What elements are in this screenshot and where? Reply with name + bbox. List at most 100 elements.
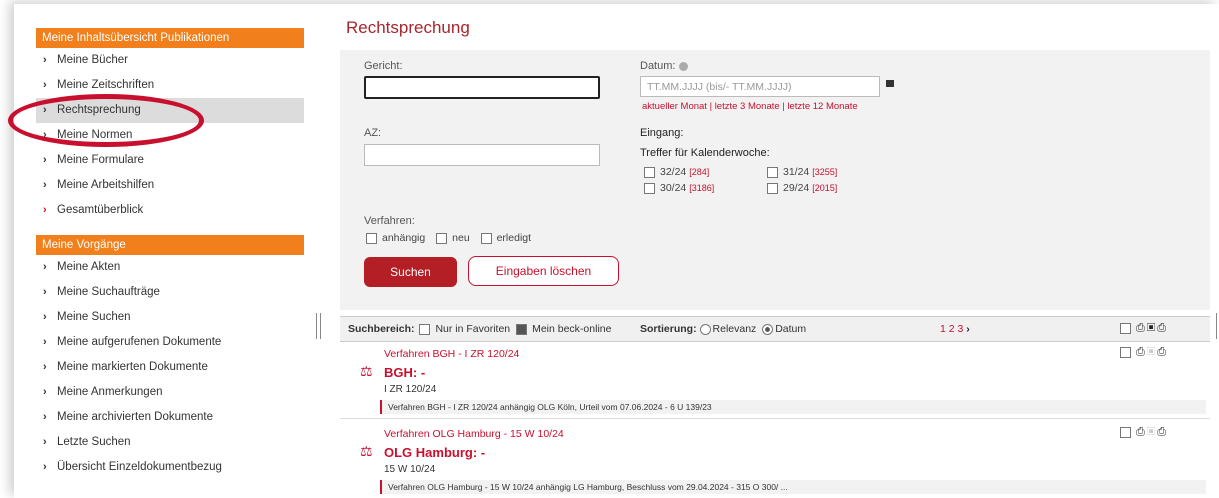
chevron-right-icon: ›: [43, 154, 47, 166]
sidebar-item-einzeldokumentbezug[interactable]: › Übersicht Einzeldokumentbezug: [36, 455, 304, 480]
copy-icon[interactable]: ▣: [1147, 426, 1157, 438]
checkbox-erledigt[interactable]: [480, 232, 492, 244]
week-option-29[interactable]: 29/24 [2015]: [767, 182, 837, 194]
splitter-handle-left[interactable]: [316, 313, 321, 339]
copy-icon[interactable]: ▣: [1147, 346, 1157, 358]
print-icon[interactable]: ⎙: [1136, 346, 1147, 358]
result-actions: ⎙▣⎙: [1120, 426, 1168, 439]
sidebar-item-arbeitshilfen[interactable]: › Meine Arbeitshilfen: [36, 173, 304, 198]
result-checkbox[interactable]: [1120, 346, 1131, 358]
favoriten-label: Nur in Favoriten: [435, 323, 511, 335]
info-icon[interactable]: [678, 61, 688, 71]
checkbox-neu[interactable]: [436, 232, 448, 244]
page-links[interactable]: 1 2 3: [940, 323, 963, 335]
suchbereich-label: Suchbereich:: [348, 323, 415, 335]
chevron-right-icon: ›: [43, 261, 47, 273]
result-title[interactable]: BGH: -: [384, 365, 425, 380]
export-icon[interactable]: ⎙: [1157, 346, 1168, 358]
chevron-right-icon: ›: [43, 79, 47, 91]
sidebar-item-buecher[interactable]: › Meine Bücher: [36, 48, 304, 73]
copy-icon[interactable]: ▣: [1147, 322, 1157, 334]
select-all-checkbox[interactable]: [1120, 322, 1131, 334]
sidebar-item-akten[interactable]: › Meine Akten: [36, 255, 304, 280]
option-label: neu: [452, 232, 470, 244]
sidebar-item-rechtsprechung[interactable]: › Rechtsprechung: [36, 98, 304, 123]
export-icon[interactable]: ⎙: [1157, 426, 1168, 438]
week-option-31[interactable]: 31/24 [3255]: [767, 166, 837, 178]
checkbox[interactable]: [644, 166, 655, 178]
chevron-right-icon: ›: [43, 204, 47, 216]
export-icon[interactable]: ⎙: [1157, 322, 1168, 334]
sidebar-item-gesamtueberblick[interactable]: › Gesamtüberblick: [36, 198, 304, 223]
datum-label-text: Datum:: [640, 60, 676, 72]
checkbox[interactable]: [767, 182, 778, 194]
sidebar-item-zeitschriften[interactable]: › Meine Zeitschriften: [36, 73, 304, 98]
gericht-input[interactable]: [364, 76, 600, 99]
sidebar-item-markierte-dokumente[interactable]: › Meine markierten Dokumente: [36, 355, 304, 380]
section-title-publikationen: Meine Inhaltsübersicht Publikationen: [36, 28, 304, 48]
sidebar-item-label: Meine Anmerkungen: [57, 386, 163, 398]
clear-inputs-button[interactable]: Eingaben löschen: [468, 256, 619, 286]
calendar-icon[interactable]: [886, 80, 894, 87]
sidebar-item-archivierte-dokumente[interactable]: › Meine archivierten Dokumente: [36, 405, 304, 430]
eingang-label: Eingang:: [640, 127, 684, 139]
checkbox[interactable]: [767, 166, 778, 178]
results-toolbar: Suchbereich: Nur in Favoriten Mein beck-…: [340, 316, 1210, 342]
scales-icon: ⚖: [360, 363, 373, 379]
print-icon[interactable]: ⎙: [1136, 426, 1147, 438]
sort-relevanz-label: Relevanz: [712, 323, 757, 335]
sidebar: Meine Inhaltsübersicht Publikationen › Me…: [36, 28, 304, 480]
result-info: Verfahren OLG Hamburg - 15 W 10/24 anhän…: [380, 480, 1206, 494]
sort-relevanz-radio[interactable]: [699, 323, 711, 335]
az-label: AZ:: [364, 127, 382, 139]
sidebar-item-anmerkungen[interactable]: › Meine Anmerkungen: [36, 380, 304, 405]
search-form: Gericht: AZ: Datum: TT.MM.JJJJ (bis/- TT…: [340, 50, 1210, 310]
checkbox-anhaengig[interactable]: [366, 232, 377, 244]
sidebar-item-suchen[interactable]: › Meine Suchen: [36, 305, 304, 330]
week-count: [2015]: [812, 183, 838, 193]
sidebar-item-suchauftraege[interactable]: › Meine Suchaufträge: [36, 280, 304, 305]
treffer-label: Treffer für Kalenderwoche:: [640, 147, 770, 159]
datum-input[interactable]: TT.MM.JJJJ (bis/- TT.MM.JJJJ): [640, 76, 880, 97]
result-info: Verfahren BGH - I ZR 120/24 anhängig OLG…: [380, 400, 1206, 414]
date-quick-links[interactable]: aktueller Monat | letzte 3 Monate | letz…: [642, 101, 858, 112]
chevron-right-icon: ›: [43, 361, 47, 373]
sidebar-item-aufgerufene-dokumente[interactable]: › Meine aufgerufenen Dokumente: [36, 330, 304, 355]
datum-placeholder: TT.MM.JJJJ (bis/- TT.MM.JJJJ): [647, 81, 792, 93]
sort-datum-radio[interactable]: [762, 323, 774, 335]
beck-online-label: Mein beck-online: [532, 323, 612, 335]
result-title[interactable]: OLG Hamburg: -: [384, 445, 485, 460]
sidebar-item-label: Rechtsprechung: [57, 104, 141, 116]
result-az: 15 W 10/24: [384, 464, 436, 475]
chevron-right-icon: ›: [43, 104, 47, 116]
print-icon[interactable]: ⎙: [1136, 322, 1147, 334]
sidebar-item-label: Letzte Suchen: [57, 436, 131, 448]
sidebar-item-label: Meine archivierten Dokumente: [57, 411, 213, 423]
chevron-right-icon: ›: [43, 179, 47, 191]
option-label: erledigt: [496, 232, 532, 244]
week-option-30[interactable]: 30/24 [3186]: [644, 182, 714, 194]
datum-label: Datum:: [640, 60, 688, 72]
result-meta[interactable]: Verfahren OLG Hamburg - 15 W 10/24: [384, 428, 564, 440]
sidebar-item-formulare[interactable]: › Meine Formulare: [36, 148, 304, 173]
search-button[interactable]: Suchen: [364, 257, 457, 287]
az-input[interactable]: [364, 144, 600, 166]
sidebar-item-label: Meine Arbeitshilfen: [57, 179, 155, 191]
gericht-label: Gericht:: [364, 60, 403, 72]
beck-online-checkbox[interactable]: [516, 323, 528, 335]
pagination[interactable]: 1 2 3 ›: [940, 323, 970, 335]
next-page-icon[interactable]: ›: [966, 323, 970, 335]
sidebar-item-letzte-suchen[interactable]: › Letzte Suchen: [36, 430, 304, 455]
sidebar-item-normen[interactable]: › Meine Normen: [36, 123, 304, 148]
scales-icon: ⚖: [360, 443, 373, 459]
sidebar-item-label: Meine Normen: [57, 129, 133, 141]
favoriten-checkbox[interactable]: [419, 323, 431, 335]
checkbox[interactable]: [644, 182, 655, 194]
result-meta[interactable]: Verfahren BGH - I ZR 120/24: [384, 348, 519, 360]
result-checkbox[interactable]: [1120, 426, 1131, 438]
week-label: 29/24: [783, 182, 810, 194]
sidebar-item-label: Gesamtüberblick: [57, 204, 144, 216]
week-label: 31/24: [783, 166, 810, 178]
week-option-32[interactable]: 32/24 [284]: [644, 166, 709, 178]
week-label: 32/24: [660, 166, 687, 178]
